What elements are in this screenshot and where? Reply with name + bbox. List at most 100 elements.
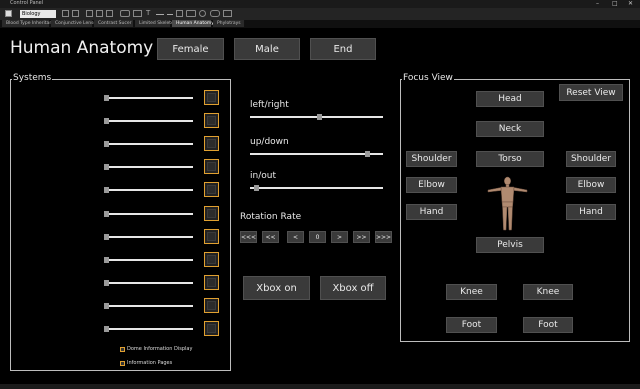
xbox-off-button[interactable]: Xbox off [320,276,386,300]
panel-icon[interactable] [223,10,232,17]
view-slider-track[interactable] [250,153,383,155]
system-slider-track[interactable] [105,281,193,284]
document-icon[interactable] [62,10,69,17]
system-toggle-checkbox[interactable] [204,136,219,152]
copy-icon[interactable] [72,10,79,17]
torso-button[interactable]: Torso [476,151,544,167]
checkbox-icon[interactable] [176,10,183,17]
system-toggle-checkbox[interactable] [204,251,219,267]
knee-right-button[interactable]: Knee [523,284,573,300]
foot-left-button[interactable]: Foot [446,317,497,333]
system-slider-track[interactable] [105,258,193,261]
tab-conjunctive-lenses[interactable]: Conjunctive Lenses [51,20,99,27]
info-pages-checkbox[interactable] [120,361,125,366]
system-toggle-checkbox[interactable] [204,90,219,105]
rotation-rate-button[interactable]: << [262,231,279,243]
line-icon[interactable] [156,14,164,15]
rotation-rate-button[interactable]: < [287,231,304,243]
rectangle-icon[interactable] [120,10,130,17]
checkbox-inner [207,277,216,287]
system-slider-thumb[interactable] [104,187,109,194]
system-slider-thumb[interactable] [104,210,109,217]
system-slider-thumb[interactable] [104,326,109,332]
grid-icon[interactable] [86,10,93,17]
head-button[interactable]: Head [476,91,544,107]
close-button[interactable]: ✕ [628,0,633,8]
system-slider-thumb[interactable] [104,141,109,148]
view-slider-thumb[interactable] [365,151,371,157]
dome-info-checkbox[interactable] [120,347,125,352]
rotation-rate-button[interactable]: >>> [375,231,392,243]
neck-button[interactable]: Neck [476,121,544,137]
minimize-button[interactable]: – [596,0,599,8]
hand-left-button[interactable]: Hand [406,204,457,220]
view-slider-label: left/right [250,100,289,110]
system-slider-thumb[interactable] [104,256,109,263]
button-shape-icon[interactable] [186,10,196,17]
system-toggle-checkbox[interactable] [204,113,219,129]
system-slider-thumb[interactable] [104,164,109,171]
dash-icon[interactable] [167,14,173,15]
circle-icon[interactable] [199,10,206,17]
layout-icon[interactable] [96,10,103,17]
system-toggle-checkbox[interactable] [204,205,219,221]
pelvis-button[interactable]: Pelvis [476,237,544,253]
reset-view-button[interactable]: Reset View [559,84,623,101]
system-toggle-checkbox[interactable] [204,159,219,175]
window-title-bar: Control Panel – □ ✕ [0,0,640,8]
male-button[interactable]: Male [234,38,300,60]
category-select[interactable]: Biology [20,10,56,18]
tab-blood-type-inheritance[interactable]: Blood Type Inheritance [2,20,57,27]
system-slider-track[interactable] [105,120,193,123]
system-slider-track[interactable] [105,143,193,146]
tab-human-anatomy[interactable]: Human Anatomy [172,20,214,27]
system-slider-track[interactable] [105,97,193,99]
view-slider-track[interactable] [250,187,383,189]
tab-contrast-sucer[interactable]: Contrast Sucer [94,20,134,27]
system-slider-track[interactable] [105,189,193,192]
checkbox-inner [207,254,216,264]
system-toggle-checkbox[interactable] [204,274,219,290]
text-icon[interactable]: T [146,10,153,17]
shoulder-right-button[interactable]: Shoulder [566,151,616,167]
rotation-rate-button[interactable]: > [331,231,348,243]
system-slider-track[interactable] [105,212,193,215]
elbow-left-button[interactable]: Elbow [406,177,457,193]
female-button[interactable]: Female [157,38,224,60]
system-slider-track[interactable] [105,304,193,307]
system-toggle-checkbox[interactable] [204,321,219,336]
hand-right-button[interactable]: Hand [566,204,616,220]
view-slider-thumb[interactable] [253,185,259,191]
end-button[interactable]: End [310,38,376,60]
foot-right-button[interactable]: Foot [523,317,573,333]
checkbox-inner [207,139,216,149]
rotation-rate-button[interactable]: >> [353,231,370,243]
system-toggle-checkbox[interactable] [204,182,219,198]
system-slider-track[interactable] [105,328,193,330]
system-toggle-checkbox[interactable] [204,297,219,313]
system-toggle-checkbox[interactable] [204,228,219,244]
system-slider-thumb[interactable] [104,118,109,125]
system-slider-thumb[interactable] [104,279,109,286]
system-slider-track[interactable] [105,235,193,238]
system-slider-thumb[interactable] [104,302,109,309]
elbow-right-button[interactable]: Elbow [566,177,616,193]
frame-icon[interactable] [133,10,142,17]
view-slider-thumb[interactable] [316,114,322,120]
app-icon[interactable] [5,10,12,17]
maximize-button[interactable]: □ [612,0,618,8]
system-slider-track[interactable] [105,166,193,169]
system-slider-thumb[interactable] [104,233,109,240]
window-icon[interactable] [106,10,113,17]
tab-limited-skeleton[interactable]: Limited Skeleton [135,20,177,27]
info-pages-label: Information Pages [127,360,173,366]
rounded-rect-icon[interactable] [210,10,220,17]
rotation-rate-button[interactable]: <<< [240,231,257,243]
human-figure-image [487,176,528,231]
tab-phylotrays[interactable]: Phylotrays [213,20,245,27]
system-slider-thumb[interactable] [104,95,109,101]
xbox-on-button[interactable]: Xbox on [243,276,310,300]
shoulder-left-button[interactable]: Shoulder [406,151,457,167]
rotation-rate-button[interactable]: 0 [309,231,326,243]
knee-left-button[interactable]: Knee [446,284,497,300]
